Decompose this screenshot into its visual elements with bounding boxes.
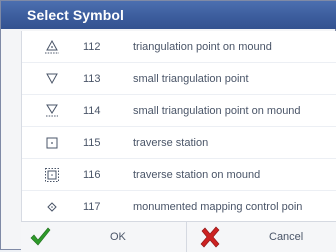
symbol-row-116[interactable]: 116 traverse station on mound <box>22 159 336 191</box>
symbol-row-114[interactable]: 114 small triangulation point on mound <box>22 95 336 127</box>
symbol-code: 113 <box>83 73 101 85</box>
triangulation-point-on-mound-icon <box>45 39 59 54</box>
symbol-row-113[interactable]: 113 small triangulation point <box>22 63 336 95</box>
symbol-description: triangulation point on mound <box>133 41 272 53</box>
dialog-buttons: OK Cancel <box>21 221 336 252</box>
ok-button[interactable]: OK <box>21 222 187 252</box>
symbol-row-115[interactable]: 115 traverse station <box>22 127 336 159</box>
cancel-button-label: Cancel <box>269 231 304 243</box>
symbol-code: 114 <box>83 105 101 117</box>
green-checkmark-icon <box>30 227 51 246</box>
red-x-icon <box>200 226 220 248</box>
symbol-description: monumented mapping control poin <box>133 201 303 213</box>
symbol-description: small triangulation point on mound <box>133 105 301 117</box>
symbol-code: 115 <box>83 137 101 149</box>
symbol-code: 117 <box>83 201 101 213</box>
small-triangulation-point-icon <box>46 73 58 85</box>
symbol-description: traverse station <box>133 137 209 149</box>
symbol-row-112[interactable]: 112 triangulation point on mound <box>22 31 336 63</box>
cancel-button[interactable]: Cancel <box>187 222 336 252</box>
symbol-code: 116 <box>83 169 101 181</box>
symbol-row-117[interactable]: 117 monumented mapping control poin <box>22 191 336 221</box>
symbol-code: 112 <box>83 41 101 53</box>
small-triangulation-point-on-mound-icon <box>46 104 58 117</box>
symbol-description: traverse station on mound <box>133 169 261 181</box>
ok-button-label: OK <box>110 231 126 243</box>
symbol-list[interactable]: 112 triangulation point on mound 113 sma… <box>21 31 336 221</box>
dialog-title: Select Symbol <box>1 1 336 29</box>
traverse-station-icon <box>46 137 58 149</box>
select-symbol-dialog: Select Symbol 112 triangulation point on… <box>0 0 336 252</box>
symbol-description: small triangulation point <box>133 73 249 85</box>
traverse-station-on-mound-icon <box>45 168 59 182</box>
monumented-mapping-control-point-icon <box>47 202 57 212</box>
